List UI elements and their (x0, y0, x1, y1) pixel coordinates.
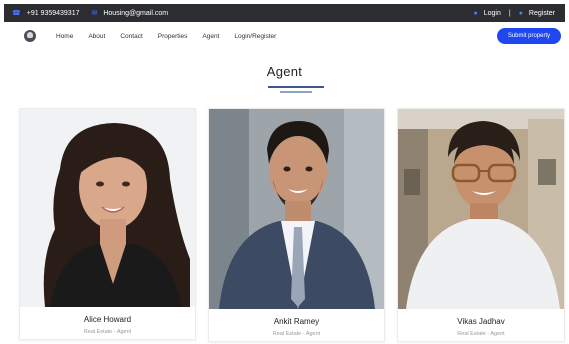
agent-card[interactable]: Vikas Jadhav Real Estate - Agent (397, 108, 565, 342)
submit-property-button[interactable]: Submit property (497, 28, 561, 44)
agent-card[interactable]: Alice Howard Real Estate - Agent (19, 108, 196, 340)
auth-separator: | (508, 9, 511, 17)
agent-photo (398, 109, 564, 309)
auth-links: ● Login | ● Register (473, 10, 555, 17)
nav-item-login-register[interactable]: Login/Register (234, 33, 276, 40)
mail-icon: ✉ (91, 9, 98, 17)
top-contact-bar: ☎ +91 9359439317 ✉ Housing@gmail.com ● L… (4, 4, 565, 22)
agent-role: Real Estate - Agent (457, 331, 505, 337)
nav-item-home[interactable]: Home (56, 33, 73, 40)
agent-role: Real Estate - Agent (272, 331, 321, 337)
user-icon: ● (518, 9, 523, 17)
nav-item-properties[interactable]: Properties (158, 33, 188, 40)
nav-item-contact[interactable]: Contact (120, 33, 142, 40)
nav-item-agent[interactable]: Agent (202, 33, 219, 40)
nav-item-about[interactable]: About (88, 33, 105, 40)
agent-card[interactable]: Ankit Ramey Real Estate - Agent (208, 108, 385, 342)
agent-name: Alice Howard (83, 315, 132, 324)
agent-photo (20, 109, 195, 307)
agent-photo (209, 109, 384, 309)
phone-number[interactable]: +91 9359439317 (27, 10, 80, 17)
contact-info: ☎ +91 9359439317 ✉ Housing@gmail.com (12, 10, 168, 17)
register-link[interactable]: Register (529, 10, 555, 17)
home-logo-icon[interactable] (24, 30, 36, 42)
phone-icon: ☎ (12, 9, 21, 17)
main-navigation: Home About Contact Properties Agent Logi… (4, 24, 565, 48)
agent-role: Real Estate - Agent (83, 329, 132, 335)
agent-name: Vikas Jadhav (457, 317, 505, 326)
title-underline-short (280, 91, 312, 93)
user-icon: ● (473, 9, 478, 17)
section-title: Agent (266, 64, 303, 79)
agent-name: Ankit Ramey (273, 317, 320, 326)
title-underline (268, 86, 324, 88)
email-address[interactable]: Housing@gmail.com (103, 10, 168, 17)
login-link[interactable]: Login (484, 10, 501, 17)
